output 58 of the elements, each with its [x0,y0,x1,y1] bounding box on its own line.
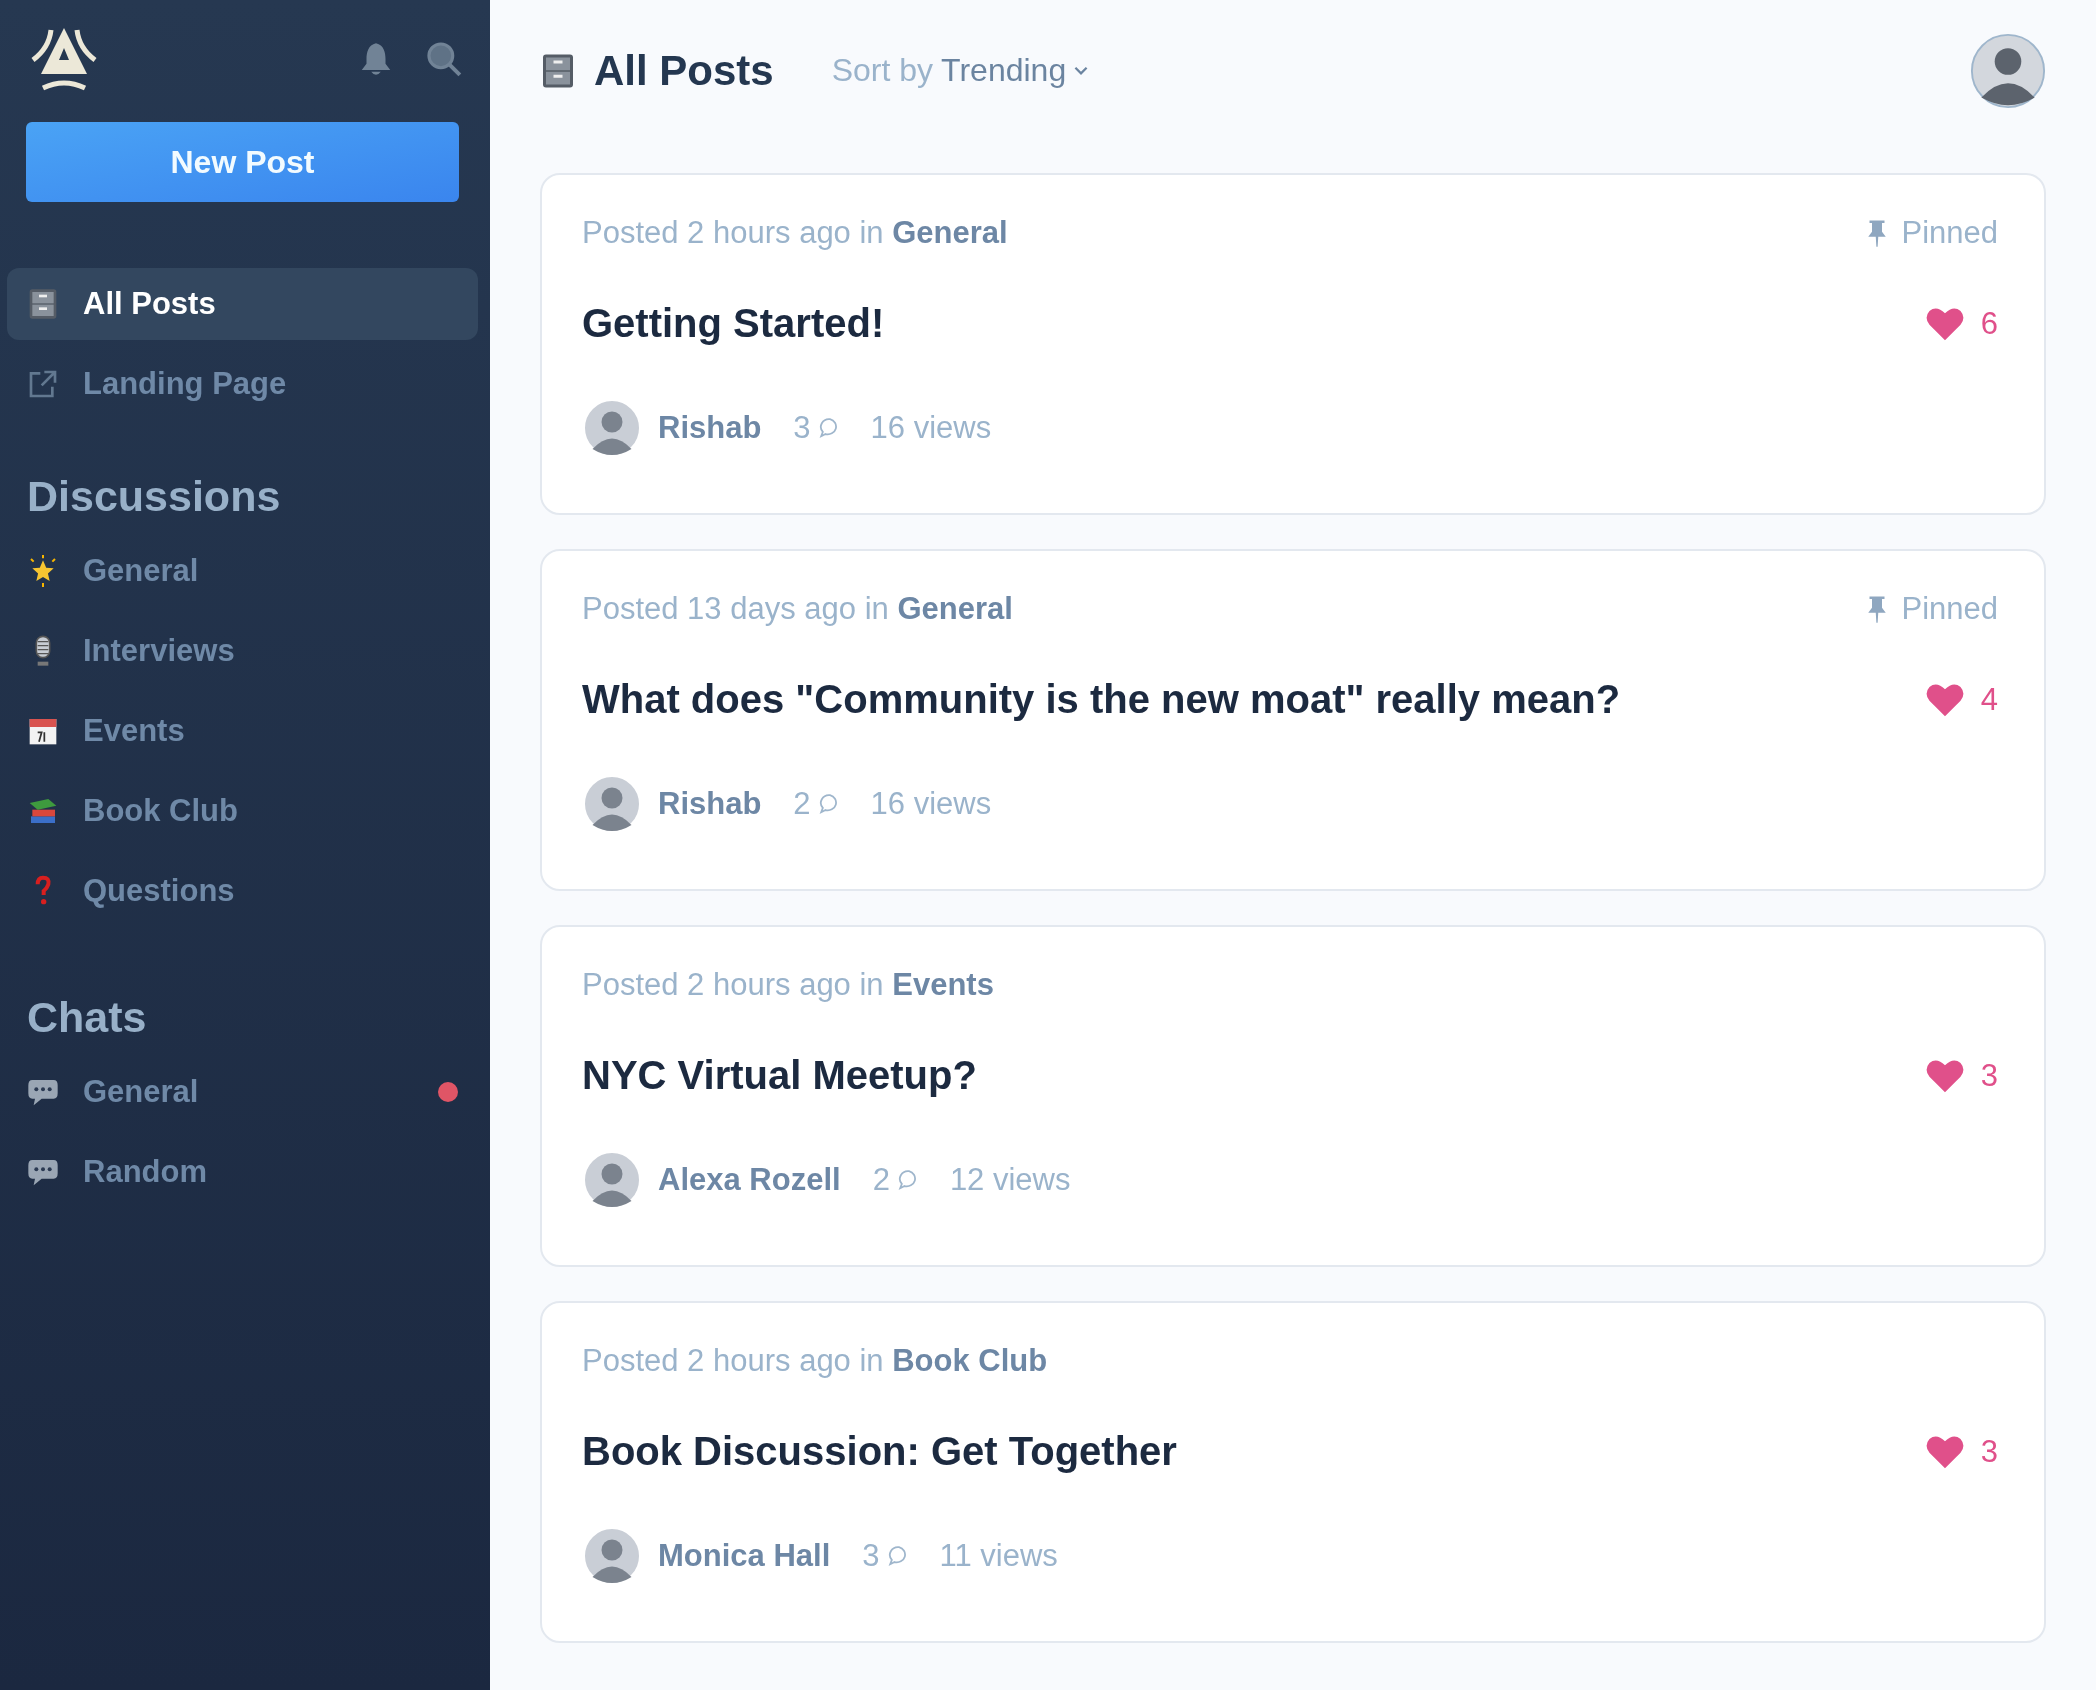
view-count: 16 views [870,410,992,446]
view-count: 11 views [939,1538,1058,1574]
channel-item[interactable]: Interviews [7,615,478,687]
page-title: All Posts [594,46,774,95]
pin-icon [1867,594,1888,624]
post-meta: Posted 2 hours ago in Book Club [582,1343,1048,1379]
file-cabinet-icon [27,288,59,320]
chat-item[interactable]: Random [7,1136,478,1208]
new-post-button[interactable]: New Post [26,122,459,202]
post-card[interactable]: Posted 2 hours ago in Events NYC Virtual Meetup? 3 Alexa Rozell 2 12 views [540,925,2046,1267]
logo-icon[interactable] [29,26,99,92]
chat-item[interactable]: General [7,1056,478,1128]
external-link-icon [27,368,59,400]
post-meta: Posted 13 days ago in General [582,591,1013,627]
view-count: 12 views [949,1162,1071,1198]
post-card[interactable]: Posted 13 days ago in General Pinned What does "Community is the new moat" really mean? 4 Rishab 2 16 views [540,549,2046,891]
channel-item[interactable]: Events [7,695,478,767]
post-title: What does "Community is the new moat" really mean? [582,677,1621,722]
pinned-label: Pinned [1901,591,1998,627]
like-count: 6 [1980,305,1998,342]
sort-dropdown[interactable]: Trending [941,52,1089,89]
like-count: 3 [1980,1057,1998,1094]
avatar-placeholder [582,774,642,834]
nav-item[interactable]: Landing Page [7,348,478,420]
author-name[interactable]: Rishab [658,786,762,822]
post-meta: Posted 2 hours ago in General [582,215,1008,251]
post-title: NYC Virtual Meetup? [582,1053,977,1098]
avatar-placeholder [582,1526,642,1586]
like-count: 3 [1980,1433,1998,1470]
view-count: 16 views [870,786,992,822]
post-title: Book Discussion: Get Together [582,1429,1177,1474]
author-name[interactable]: Alexa Rozell [658,1162,841,1198]
avatar-placeholder [582,1150,642,1210]
user-avatar[interactable] [1970,32,2046,109]
channel-item[interactable]: Questions [7,855,478,927]
caret-icon [1074,66,1089,75]
author-name[interactable]: Rishab [658,410,762,446]
star-icon [27,555,59,587]
post-card[interactable]: Posted 2 hours ago in General Pinned Getting Started! 6 Rishab 3 16 views [540,173,2046,515]
section-heading: Discussions [27,472,282,521]
channel-item[interactable]: General [7,535,478,607]
pin-icon [1867,218,1888,248]
comment-count: 2 [793,786,811,822]
pinned-label: Pinned [1901,215,1998,251]
section-heading: Chats [27,993,148,1042]
sort-label: Sort by [831,52,934,89]
post-card[interactable]: Posted 2 hours ago in Book Club Book Discussion: Get Together 3 Monica Hall 3 11 views [540,1301,2046,1643]
post-title: Getting Started! [582,301,885,346]
post-meta: Posted 2 hours ago in Events [582,967,994,1003]
author-name[interactable]: Monica Hall [658,1538,831,1574]
avatar-placeholder [582,398,642,458]
nav-item[interactable]: All Posts [7,268,478,340]
comment-count: 2 [872,1162,890,1198]
channel-item[interactable]: Book Club [7,775,478,847]
like-count: 4 [1980,681,1998,718]
search-icon[interactable] [425,40,463,78]
comment-count: 3 [862,1538,880,1574]
comment-count: 3 [793,410,811,446]
